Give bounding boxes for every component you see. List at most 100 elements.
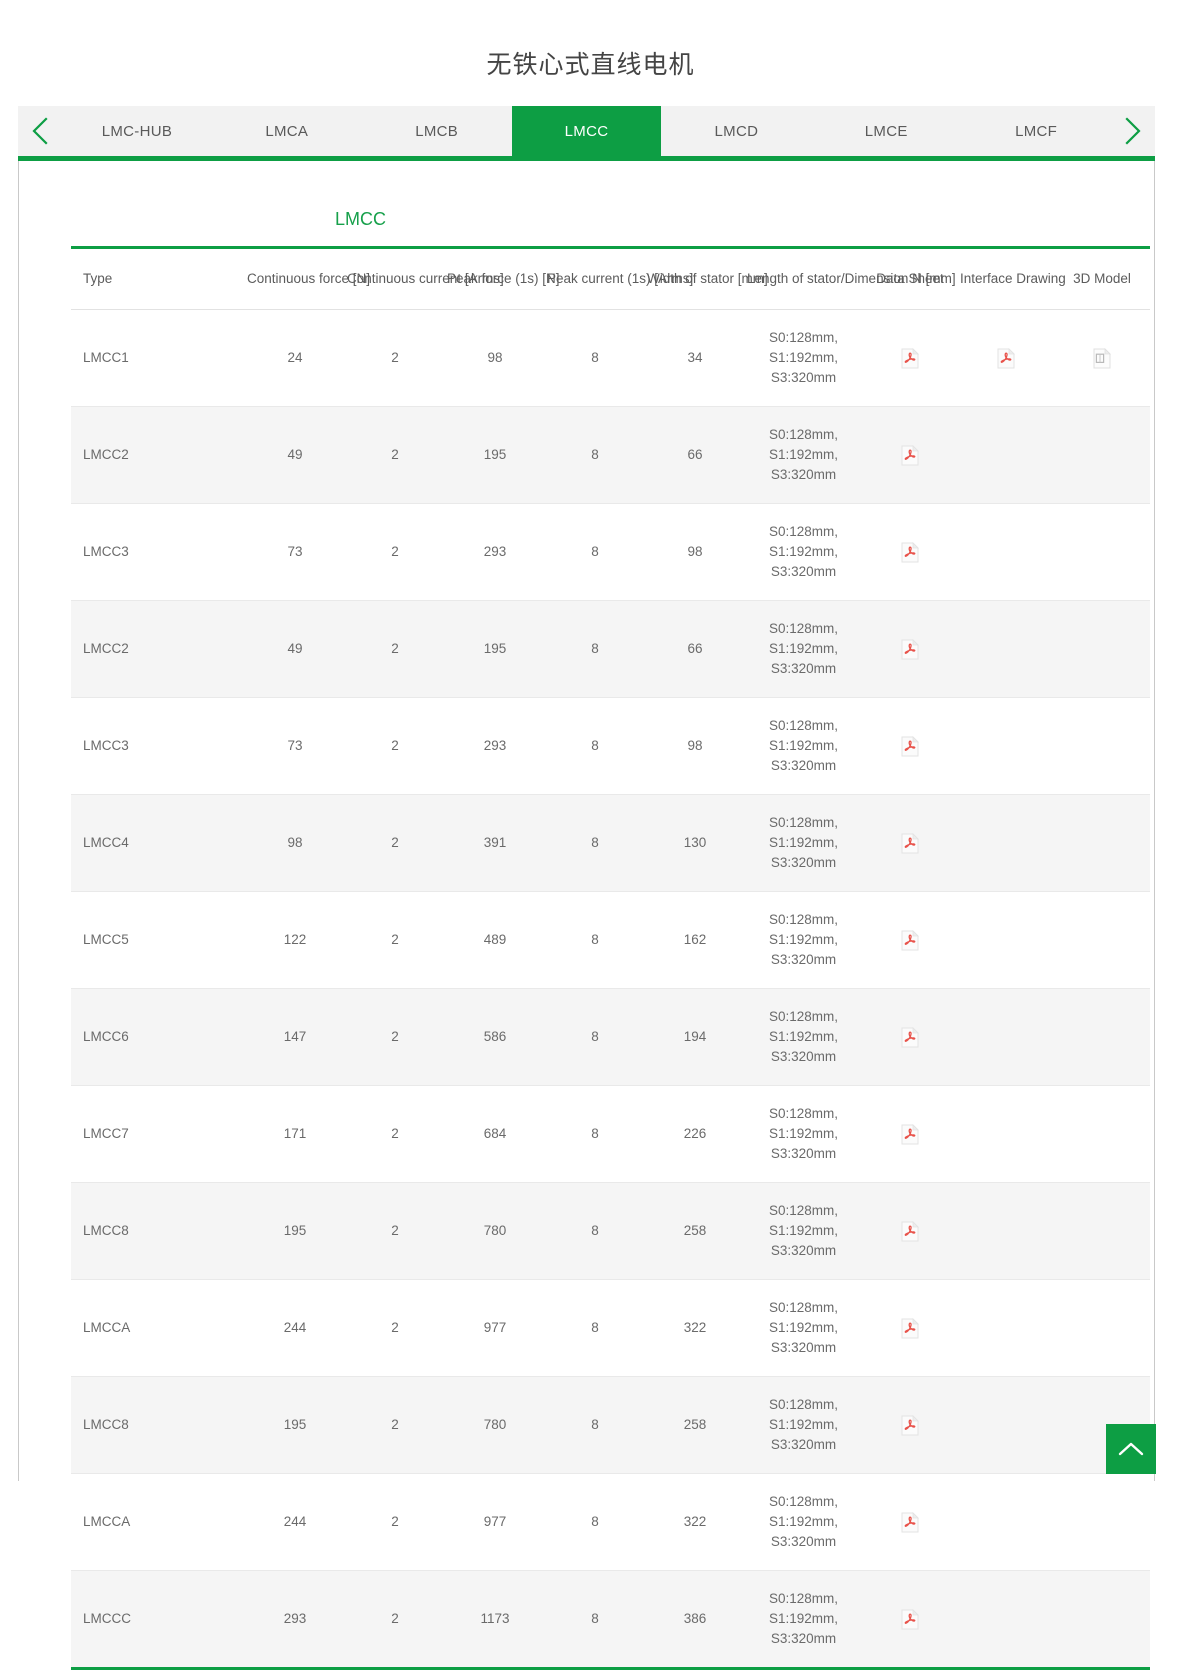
tab-lmcb[interactable]: LMCB [362, 106, 512, 156]
cell-continuous-force: 73 [245, 504, 345, 601]
pdf-file-icon[interactable] [901, 445, 919, 466]
cell-data-sheet[interactable] [862, 1474, 958, 1571]
cell-type: LMCC5 [71, 892, 245, 989]
cell-3d-model [1054, 601, 1150, 698]
cell-3d-model [1054, 407, 1150, 504]
back-to-top-button[interactable] [1106, 1424, 1156, 1474]
pdf-file-icon[interactable] [901, 1124, 919, 1145]
cell-length-of-stator: S0:128mm, S1:192mm, S3:320mm [745, 310, 862, 407]
cell-peak-current: 8 [545, 795, 645, 892]
cell-type: LMCC2 [71, 407, 245, 504]
cell-type: LMCC2 [71, 601, 245, 698]
cell-interface-drawing [958, 698, 1054, 795]
tab-lmce[interactable]: LMCE [811, 106, 961, 156]
cell-interface-drawing [958, 601, 1054, 698]
tab-lmcd[interactable]: LMCD [661, 106, 811, 156]
cell-data-sheet[interactable] [862, 407, 958, 504]
cell-data-sheet[interactable] [862, 601, 958, 698]
cell-length-of-stator: S0:128mm, S1:192mm, S3:320mm [745, 892, 862, 989]
cell-width-of-stator: 194 [645, 989, 745, 1086]
cell-peak-current: 8 [545, 1474, 645, 1571]
cell-data-sheet[interactable] [862, 1280, 958, 1377]
pdf-file-icon[interactable] [901, 1512, 919, 1533]
cell-width-of-stator: 98 [645, 698, 745, 795]
tab-lmcf[interactable]: LMCF [961, 106, 1111, 156]
tab-list: LMC-HUBLMCALMCBLMCCLMCDLMCELMCF [62, 106, 1111, 156]
tab-prev-arrow[interactable] [18, 106, 62, 156]
pdf-file-icon[interactable] [901, 1221, 919, 1242]
cell-width-of-stator: 386 [645, 1571, 745, 1669]
pdf-file-icon[interactable] [997, 348, 1015, 369]
pdf-file-icon[interactable] [901, 1609, 919, 1630]
cell-data-sheet[interactable] [862, 892, 958, 989]
3d-model-file-icon[interactable] [1093, 348, 1111, 369]
cell-data-sheet[interactable] [862, 989, 958, 1086]
page-title: 无铁心式直线电机 [0, 0, 1181, 86]
cell-3d-model [1054, 504, 1150, 601]
cell-data-sheet[interactable] [862, 698, 958, 795]
table-row: LMCC717126848226S0:128mm, S1:192mm, S3:3… [71, 1086, 1150, 1183]
cell-peak-current: 8 [545, 1377, 645, 1474]
pdf-file-icon[interactable] [901, 930, 919, 951]
column-header-width-of-stator: Width of stator [mm] [645, 248, 745, 310]
cell-3d-model [1054, 1086, 1150, 1183]
cell-3d-model[interactable] [1054, 310, 1150, 407]
cell-peak-force: 195 [445, 407, 545, 504]
cell-length-of-stator: S0:128mm, S1:192mm, S3:320mm [745, 698, 862, 795]
cell-type: LMCC8 [71, 1183, 245, 1280]
cell-length-of-stator: S0:128mm, S1:192mm, S3:320mm [745, 989, 862, 1086]
cell-3d-model [1054, 795, 1150, 892]
cell-data-sheet[interactable] [862, 1086, 958, 1183]
cell-peak-force: 98 [445, 310, 545, 407]
cell-peak-force: 977 [445, 1474, 545, 1571]
tab-lmc-hub[interactable]: LMC-HUB [62, 106, 212, 156]
tab-next-arrow[interactable] [1111, 106, 1155, 156]
pdf-file-icon[interactable] [901, 1027, 919, 1048]
cell-peak-current: 8 [545, 989, 645, 1086]
table-row: LMCC819527808258S0:128mm, S1:192mm, S3:3… [71, 1183, 1150, 1280]
table-row: LMCC2492195866S0:128mm, S1:192mm, S3:320… [71, 601, 1150, 698]
cell-peak-force: 1173 [445, 1571, 545, 1669]
pdf-file-icon[interactable] [901, 833, 919, 854]
table-row: LMCCC293211738386S0:128mm, S1:192mm, S3:… [71, 1571, 1150, 1669]
cell-type: LMCC3 [71, 504, 245, 601]
cell-peak-current: 8 [545, 892, 645, 989]
pdf-file-icon[interactable] [901, 348, 919, 369]
cell-data-sheet[interactable] [862, 1571, 958, 1669]
table-row: LMCC3732293898S0:128mm, S1:192mm, S3:320… [71, 698, 1150, 795]
pdf-file-icon[interactable] [901, 542, 919, 563]
cell-data-sheet[interactable] [862, 1183, 958, 1280]
table-row: LMCC49823918130S0:128mm, S1:192mm, S3:32… [71, 795, 1150, 892]
cell-data-sheet[interactable] [862, 1377, 958, 1474]
cell-continuous-force: 147 [245, 989, 345, 1086]
cell-data-sheet[interactable] [862, 795, 958, 892]
cell-interface-drawing [958, 1086, 1054, 1183]
pdf-file-icon[interactable] [901, 1415, 919, 1436]
cell-continuous-force: 195 [245, 1183, 345, 1280]
cell-continuous-current: 2 [345, 310, 445, 407]
pdf-file-icon[interactable] [901, 1318, 919, 1339]
cell-3d-model [1054, 1474, 1150, 1571]
chevron-left-icon [30, 116, 50, 146]
cell-type: LMCC4 [71, 795, 245, 892]
tab-lmca[interactable]: LMCA [212, 106, 362, 156]
cell-interface-drawing[interactable] [958, 310, 1054, 407]
pdf-file-icon[interactable] [901, 639, 919, 660]
pdf-file-icon[interactable] [901, 736, 919, 757]
cell-peak-force: 195 [445, 601, 545, 698]
tab-lmcc[interactable]: LMCC [512, 106, 662, 156]
cell-continuous-current: 2 [345, 407, 445, 504]
cell-interface-drawing [958, 1571, 1054, 1669]
cell-3d-model [1054, 1183, 1150, 1280]
cell-continuous-force: 195 [245, 1377, 345, 1474]
cell-type: LMCC3 [71, 698, 245, 795]
cell-continuous-current: 2 [345, 989, 445, 1086]
cell-continuous-current: 2 [345, 1474, 445, 1571]
cell-data-sheet[interactable] [862, 310, 958, 407]
column-header-type: Type [71, 248, 245, 310]
table-header-row: Type Continuous force [N] Continuous cur… [71, 248, 1150, 310]
table-row: LMCC3732293898S0:128mm, S1:192mm, S3:320… [71, 504, 1150, 601]
cell-continuous-force: 49 [245, 407, 345, 504]
cell-data-sheet[interactable] [862, 504, 958, 601]
cell-width-of-stator: 98 [645, 504, 745, 601]
